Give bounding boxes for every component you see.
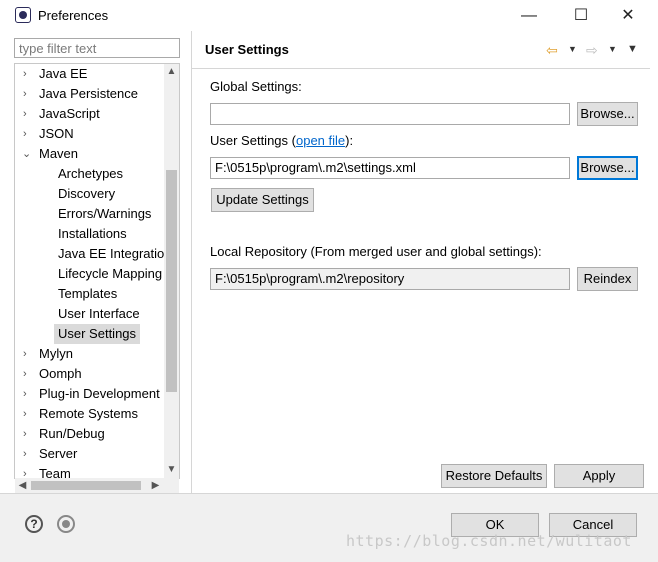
collapse-icon[interactable]: ⌄ [22,144,31,164]
tree-item-errors-warnings[interactable]: Errors/Warnings [58,204,151,224]
record-icon[interactable] [57,515,75,533]
forward-arrow-icon: ⇨ [586,42,598,58]
expand-icon[interactable]: › [23,64,27,84]
tree-item-label: Mylyn [39,346,73,361]
tree-item-user-interface[interactable]: User Interface [58,304,140,324]
tree-item-label: JSON [39,126,74,141]
tree-item-installations[interactable]: Installations [58,224,127,244]
help-icon[interactable]: ? [25,515,43,533]
eclipse-icon [15,7,31,23]
scroll-left-icon[interactable]: ◀ [15,478,30,493]
tree-item-label: Java Persistence [39,86,138,101]
expand-icon[interactable]: › [23,404,27,424]
scroll-right-icon[interactable]: ▶ [148,478,163,493]
expand-icon[interactable]: › [23,364,27,384]
tree-item-label: JavaScript [39,106,100,121]
tree-item-label: Server [39,446,78,461]
tree-item-templates[interactable]: Templates [58,284,117,304]
view-menu-icon[interactable]: ▼ [627,43,638,55]
global-settings-label: Global Settings: [210,79,302,94]
tree-item-label: Maven [39,146,79,161]
window-title: Preferences [38,8,109,23]
expand-icon[interactable]: › [23,444,27,464]
back-arrow-icon[interactable]: ⇦ [546,42,558,59]
title-separator [192,68,650,69]
global-settings-field[interactable] [210,103,570,125]
reindex-button[interactable]: Reindex [577,267,638,291]
tree-item-label: Run/Debug [39,426,105,441]
tree-item-discovery[interactable]: Discovery [58,184,115,204]
restore-defaults-button[interactable]: Restore Defaults [441,464,547,488]
tree-item-java-ee-integration[interactable]: Java EE Integration [58,244,171,264]
close-button[interactable]: ✕ [608,4,648,28]
preferences-tree: › Java EE › Java Persistence › JavaScript ›… [14,63,180,479]
panel-divider[interactable] [191,31,192,493]
user-browse-button[interactable]: Browse... [577,156,638,180]
expand-icon[interactable]: › [23,384,27,404]
maximize-button[interactable]: ☐ [561,4,601,28]
watermark: https://blog.csdn.net/wulitaot [346,532,632,550]
tree-item-label: Java EE [39,66,88,81]
tree-item-label: Remote Systems [39,406,138,421]
apply-button[interactable]: Apply [554,464,644,488]
back-dropdown-icon[interactable]: ▼ [568,44,577,54]
horizontal-scroll-thumb[interactable] [31,481,141,490]
update-settings-button[interactable]: Update Settings [211,188,314,212]
local-repository-field: F:\0515p\program\.m2\repository [210,268,570,290]
minimize-button[interactable]: — [509,4,549,28]
tree-item-label: Oomph [39,366,82,381]
local-repository-label: Local Repository (From merged user and g… [210,244,542,259]
tree-item-archetypes[interactable]: Archetypes [58,164,123,184]
tree-item-user-settings[interactable]: User Settings [54,324,141,344]
expand-icon[interactable]: › [23,104,27,124]
tree-item-label: Plug-in Development [39,386,160,401]
user-settings-label: User Settings (open file): [210,133,353,148]
filter-input[interactable] [14,38,180,58]
global-browse-button[interactable]: Browse... [577,102,638,126]
scroll-up-icon[interactable]: ▲ [164,64,179,79]
expand-icon[interactable]: › [23,124,27,144]
user-settings-label-suffix: ): [345,133,354,148]
user-settings-field[interactable]: F:\0515p\program\.m2\settings.xml [210,157,570,179]
page-title: User Settings [205,42,289,57]
user-settings-label-text: User Settings ( [210,133,296,148]
expand-icon[interactable]: › [23,424,27,444]
tree-item-label: Team [39,466,71,479]
expand-icon[interactable]: › [23,464,27,478]
open-file-link[interactable]: open file [296,133,345,148]
forward-dropdown-icon[interactable]: ▼ [608,44,617,54]
scroll-down-icon[interactable]: ▼ [164,462,179,477]
vertical-scroll-thumb[interactable] [166,170,177,392]
expand-icon[interactable]: › [23,344,27,364]
expand-icon[interactable]: › [23,84,27,104]
tree-item-lifecycle-mapping[interactable]: Lifecycle Mapping [58,264,162,284]
